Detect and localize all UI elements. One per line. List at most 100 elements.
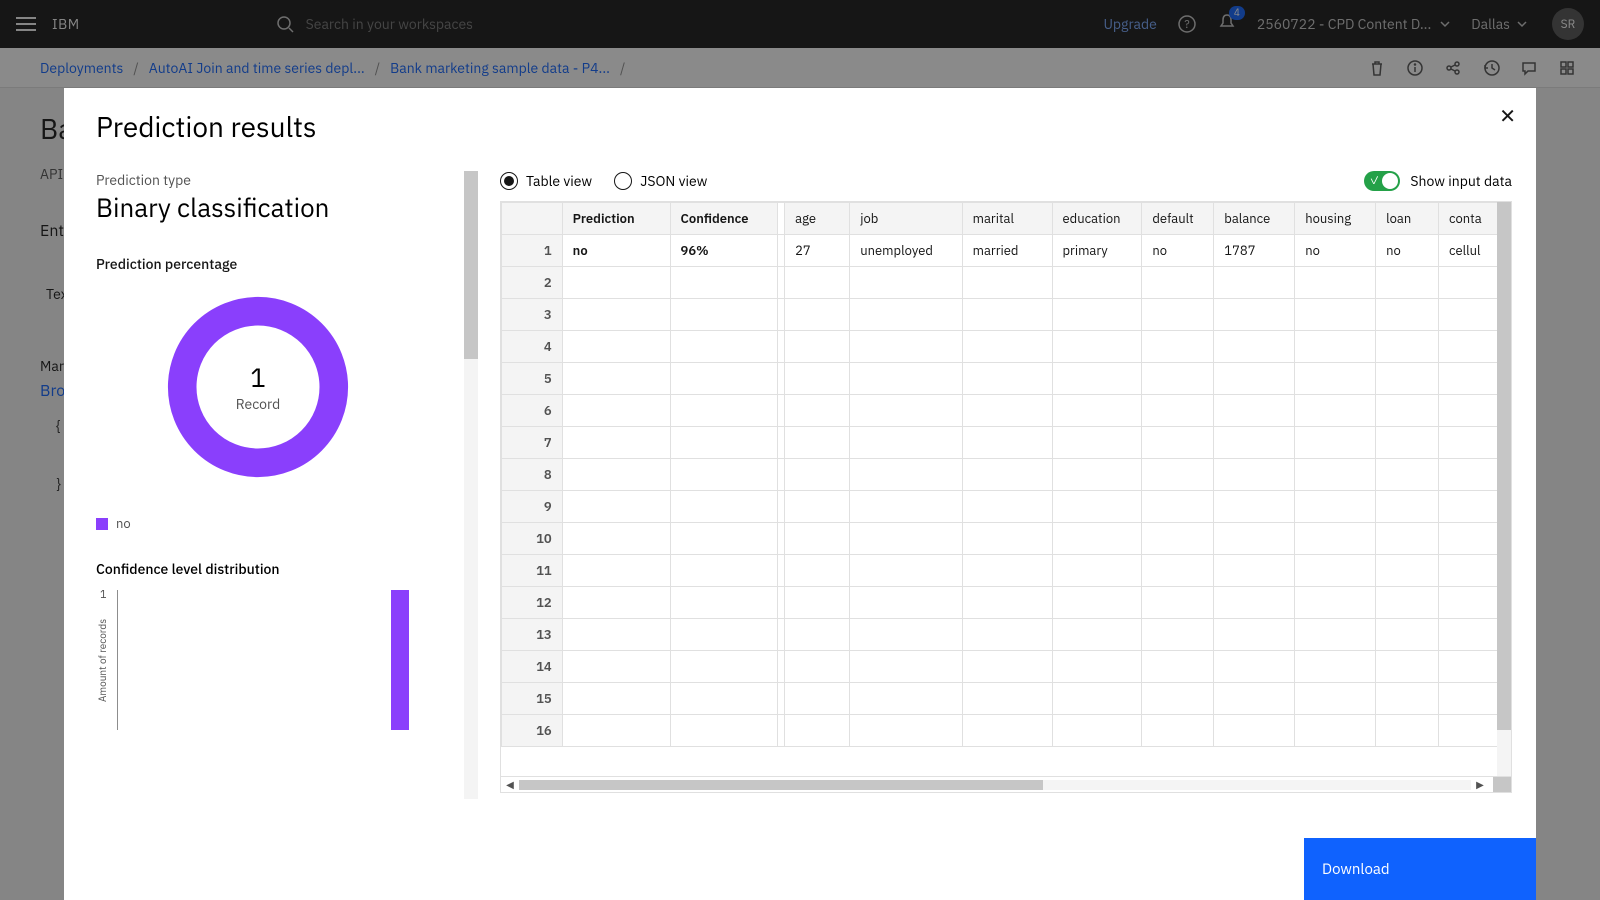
donut-chart: 1 Record: [158, 287, 358, 487]
table-row[interactable]: 12: [502, 587, 1511, 619]
cell-age: [785, 619, 850, 651]
table-row[interactable]: 14: [502, 651, 1511, 683]
confidence-bar-chart: Amount of records 1: [96, 590, 468, 730]
cell-education: [1052, 491, 1142, 523]
check-icon: ✓: [1369, 174, 1379, 188]
table-row[interactable]: 3: [502, 299, 1511, 331]
radio-json-view[interactable]: JSON view: [614, 172, 707, 190]
cell-job: [850, 267, 962, 299]
cell-job: [850, 363, 962, 395]
table-row[interactable]: 6: [502, 395, 1511, 427]
cell-education: [1052, 555, 1142, 587]
cell-loan: [1376, 587, 1439, 619]
left-scrollbar[interactable]: [464, 171, 478, 799]
cell-confidence: [670, 459, 778, 491]
cell-balance: [1214, 715, 1295, 747]
cell-education: [1052, 619, 1142, 651]
table-row[interactable]: 5: [502, 363, 1511, 395]
rownum: 2: [502, 267, 563, 299]
cell-age: [785, 491, 850, 523]
cell-job: [850, 395, 962, 427]
cell-loan: [1376, 267, 1439, 299]
cell-default: [1142, 587, 1214, 619]
cell-age: [785, 267, 850, 299]
cell-marital: [962, 427, 1052, 459]
cell-housing: [1295, 331, 1376, 363]
scroll-left-icon[interactable]: ◀: [501, 778, 519, 791]
cell-confidence: [670, 491, 778, 523]
results-grid[interactable]: Prediction Confidence age job marital ed…: [500, 201, 1512, 777]
rownum: 16: [502, 715, 563, 747]
cell-confidence: [670, 523, 778, 555]
table-row[interactable]: 13: [502, 619, 1511, 651]
table-row[interactable]: 1no96%27unemployedmarriedprimaryno1787no…: [502, 235, 1511, 267]
cell-prediction: [562, 427, 670, 459]
cell-age: [785, 555, 850, 587]
rownum: 10: [502, 523, 563, 555]
cell-confidence: [670, 331, 778, 363]
table-row[interactable]: 10: [502, 523, 1511, 555]
col-default[interactable]: default: [1142, 203, 1214, 235]
cell-job: [850, 619, 962, 651]
rownum: 1: [502, 235, 563, 267]
cell-balance: [1214, 459, 1295, 491]
cell-confidence: [670, 619, 778, 651]
col-job[interactable]: job: [850, 203, 962, 235]
cell-prediction: [562, 587, 670, 619]
toggle-show-input[interactable]: ✓: [1364, 171, 1400, 191]
col-marital[interactable]: marital: [962, 203, 1052, 235]
col-education[interactable]: education: [1052, 203, 1142, 235]
cell-age: [785, 683, 850, 715]
table-row[interactable]: 8: [502, 459, 1511, 491]
cell-housing: [1295, 555, 1376, 587]
cell-loan: [1376, 491, 1439, 523]
cell-default: [1142, 459, 1214, 491]
rownum: 12: [502, 587, 563, 619]
cell-prediction: [562, 523, 670, 555]
cell-education: [1052, 331, 1142, 363]
cell-balance: [1214, 619, 1295, 651]
cell-job: [850, 651, 962, 683]
table-row[interactable]: 15: [502, 683, 1511, 715]
cell-loan: [1376, 395, 1439, 427]
col-loan[interactable]: loan: [1376, 203, 1439, 235]
cell-default: [1142, 331, 1214, 363]
cell-prediction: [562, 395, 670, 427]
prediction-results-modal: ✕ Prediction results Prediction type Bin…: [64, 88, 1536, 900]
cell-job: [850, 491, 962, 523]
cell-balance: [1214, 331, 1295, 363]
cell-loan: [1376, 715, 1439, 747]
col-balance[interactable]: balance: [1214, 203, 1295, 235]
cell-education: [1052, 523, 1142, 555]
cell-housing: [1295, 523, 1376, 555]
rownum: 6: [502, 395, 563, 427]
cell-education: [1052, 651, 1142, 683]
cell-confidence: [670, 683, 778, 715]
cell-housing: [1295, 395, 1376, 427]
cell-education: [1052, 267, 1142, 299]
close-icon[interactable]: ✕: [1499, 102, 1516, 129]
confidence-label: Confidence level distribution: [96, 560, 468, 578]
col-housing[interactable]: housing: [1295, 203, 1376, 235]
table-row[interactable]: 7: [502, 427, 1511, 459]
table-row[interactable]: 16: [502, 715, 1511, 747]
table-row[interactable]: 2: [502, 267, 1511, 299]
cell-balance: [1214, 395, 1295, 427]
table-row[interactable]: 9: [502, 491, 1511, 523]
col-confidence[interactable]: Confidence: [670, 203, 778, 235]
col-prediction[interactable]: Prediction: [562, 203, 670, 235]
grid-vertical-scrollbar[interactable]: [1497, 202, 1511, 776]
cell-marital: [962, 331, 1052, 363]
radio-table-view[interactable]: Table view: [500, 172, 592, 190]
col-age[interactable]: age: [785, 203, 850, 235]
cell-prediction: [562, 715, 670, 747]
grid-horizontal-scrollbar[interactable]: ◀ ▶: [500, 777, 1512, 793]
prediction-type-value: Binary classification: [96, 191, 468, 225]
cell-confidence: [670, 395, 778, 427]
table-row[interactable]: 4: [502, 331, 1511, 363]
scroll-right-icon[interactable]: ▶: [1471, 778, 1489, 791]
cell-marital: [962, 267, 1052, 299]
download-button[interactable]: Download: [1304, 838, 1536, 900]
cell-prediction: [562, 683, 670, 715]
table-row[interactable]: 11: [502, 555, 1511, 587]
